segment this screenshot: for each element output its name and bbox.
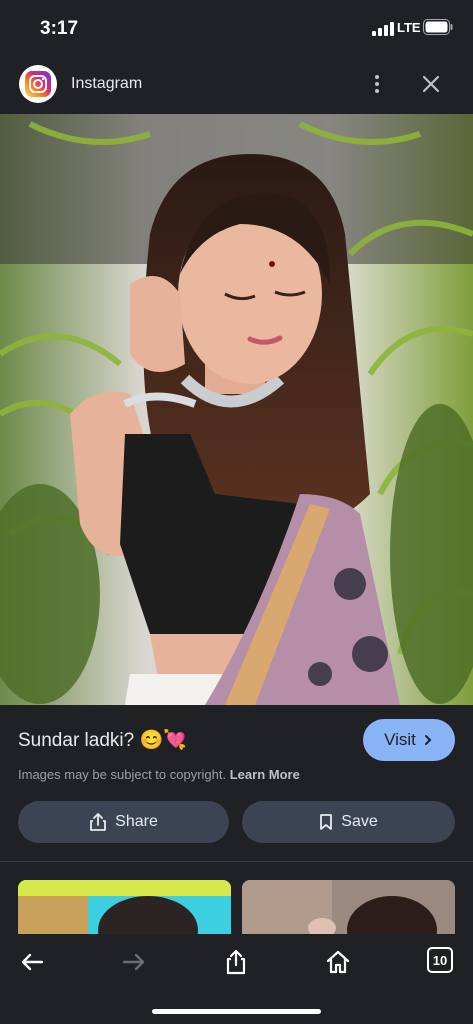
home-indicator[interactable] xyxy=(152,1009,321,1014)
result-title: Sundar ladki? 😊💘 xyxy=(18,730,187,751)
tabs-count: 10 xyxy=(432,952,448,968)
share-label: Share xyxy=(115,813,158,830)
source-header: Instagram xyxy=(0,56,473,114)
visit-button[interactable]: Visit xyxy=(363,719,455,761)
share-icon[interactable] xyxy=(222,948,250,976)
battery-icon xyxy=(423,19,453,35)
bookmark-icon xyxy=(320,814,333,830)
back-arrow-icon[interactable] xyxy=(18,948,46,976)
status-time: 3:17 xyxy=(40,18,79,39)
source-name[interactable]: Instagram xyxy=(71,75,142,93)
status-bar: 3:17 LTE xyxy=(0,0,473,56)
screen: 3:17 LTE Instagram Sundar ladki? 😊💘 Visi… xyxy=(0,0,473,1024)
divider xyxy=(0,861,473,862)
network-label: LTE xyxy=(397,20,421,35)
signal-icon xyxy=(372,22,394,36)
related-image[interactable] xyxy=(18,880,231,936)
home-icon[interactable] xyxy=(324,948,352,976)
copyright-text: Images may be subject to copyright. xyxy=(18,767,227,782)
more-options-icon[interactable] xyxy=(365,72,389,96)
share-icon xyxy=(90,813,107,831)
visit-label: Visit xyxy=(384,730,416,749)
share-button[interactable]: Share xyxy=(18,801,229,843)
instagram-icon[interactable] xyxy=(19,65,57,103)
photo-illustration xyxy=(0,114,473,705)
tabs-button[interactable]: 10 xyxy=(427,947,453,973)
related-thumbnail xyxy=(242,880,455,936)
related-thumbnail xyxy=(18,880,231,936)
forward-arrow-icon[interactable] xyxy=(120,948,148,976)
copyright-notice: Images may be subject to copyright. Lear… xyxy=(18,767,300,782)
save-button[interactable]: Save xyxy=(242,801,455,843)
chevron-right-icon xyxy=(424,735,432,745)
close-icon[interactable] xyxy=(419,72,443,96)
result-image[interactable] xyxy=(0,114,473,705)
learn-more-link[interactable]: Learn More xyxy=(230,767,300,782)
save-label: Save xyxy=(341,813,378,830)
related-image[interactable] xyxy=(242,880,455,936)
